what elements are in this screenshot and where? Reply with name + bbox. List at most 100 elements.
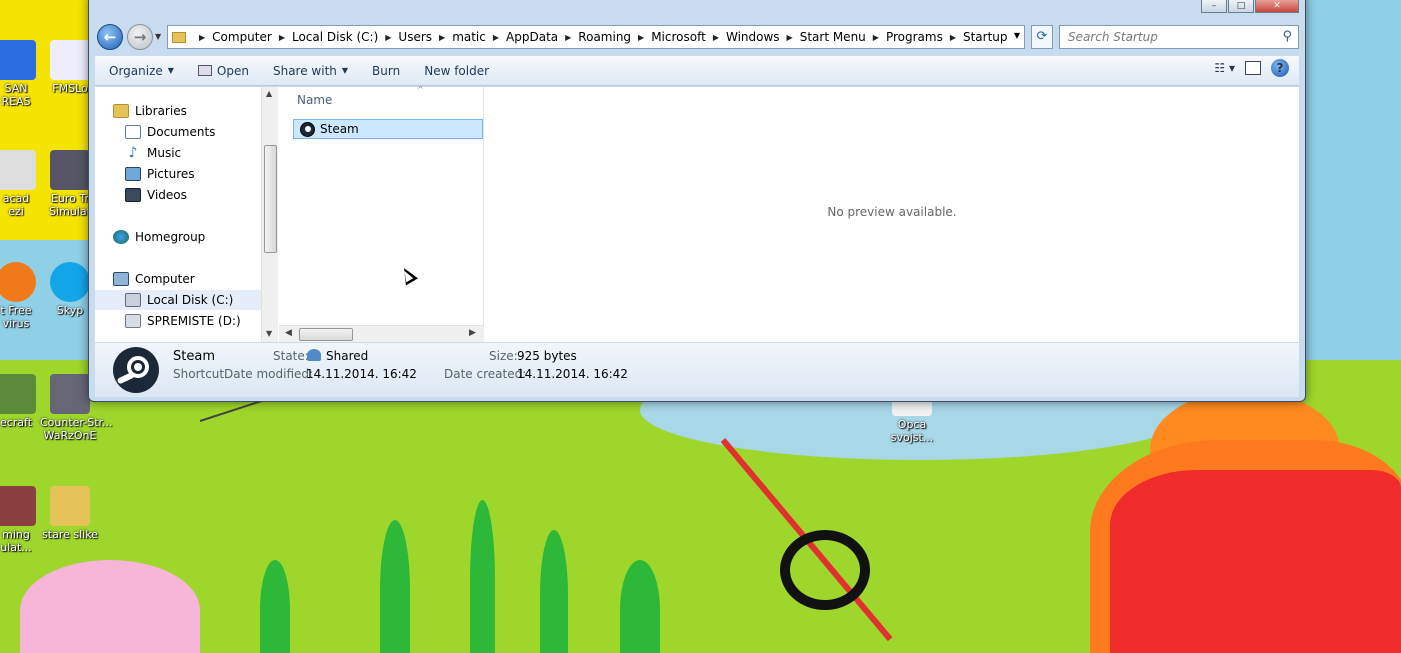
detail-file-name: Steam — [173, 349, 215, 364]
nav-item-label: Homegroup — [135, 230, 206, 244]
shared-users-icon — [307, 349, 321, 361]
steam-icon — [113, 347, 159, 393]
bg-pink-shape — [20, 560, 200, 653]
breadcrumb-item[interactable]: Programs — [886, 30, 943, 44]
documents-icon — [125, 125, 141, 139]
breadcrumb-arrow-icon[interactable]: ▶ — [638, 33, 644, 42]
breadcrumb-item[interactable]: matic — [452, 30, 486, 44]
open-button[interactable]: Open — [188, 59, 259, 83]
nav-item-label: Documents — [147, 125, 216, 139]
nav-item-label: SPREMISTE (D:) — [147, 314, 241, 328]
search-placeholder: Search Startup — [1068, 30, 1158, 44]
burn-button[interactable]: Burn — [362, 59, 410, 83]
breadcrumb-item[interactable]: Local Disk (C:) — [292, 30, 378, 44]
new-folder-button[interactable]: New folder — [414, 59, 499, 83]
share-with-button[interactable]: Share with ▼ — [263, 59, 358, 83]
nav-item-label: Music — [147, 146, 182, 160]
minimize-button[interactable]: – — [1201, 0, 1227, 13]
desktop-icon[interactable]: Opca svojst... — [882, 398, 942, 444]
column-header-name[interactable]: Name — [279, 87, 484, 111]
game-icon — [0, 40, 36, 80]
desktop-icon[interactable]: stare slike — [40, 486, 100, 541]
modified-value: 14.11.2014. 16:42 — [306, 367, 417, 381]
bg-grass-blade — [380, 520, 410, 653]
search-icon[interactable]: ⚲ — [1282, 29, 1292, 44]
state-value: Shared — [307, 349, 368, 363]
scroll-down-icon[interactable]: ▼ — [266, 329, 272, 338]
bg-fisherman-shirt — [1110, 470, 1401, 653]
pictures-icon — [125, 167, 141, 181]
file-list-scrollbar[interactable]: ◀ ▶ — [279, 325, 484, 342]
scroll-up-icon[interactable]: ▲ — [266, 89, 272, 98]
nav-item-pictures[interactable]: Pictures — [125, 164, 273, 184]
address-dropdown-icon[interactable]: ▼ — [1014, 31, 1020, 40]
breadcrumb-item[interactable]: Roaming — [578, 30, 631, 44]
state-value-text: Shared — [326, 349, 369, 363]
open-label: Open — [216, 63, 249, 78]
nav-item-label: Computer — [135, 272, 195, 286]
scrollbar-thumb[interactable] — [299, 328, 353, 341]
toolbar-right: ☷ ▾ ? — [1204, 59, 1289, 77]
breadcrumb-item[interactable]: Users — [398, 30, 432, 44]
state-label: State: — [273, 349, 309, 363]
created-value: 14.11.2014. 16:42 — [517, 367, 628, 381]
recent-pages-dropdown[interactable]: ▼ — [155, 32, 161, 41]
explorer-body: Libraries Documents ♪ Music Pictures Vide… — [95, 85, 1299, 342]
nav-item-label: Local Disk (C:) — [147, 293, 234, 307]
size-value: 925 bytes — [517, 349, 577, 363]
breadcrumb-item[interactable]: Windows — [726, 30, 780, 44]
organize-button[interactable]: Organize ▼ — [99, 59, 184, 83]
address-bar[interactable]: ▶ Computer ▶ Local Disk (C:) ▶ Users ▶ mati… — [167, 25, 1025, 49]
folder-icon — [50, 486, 90, 526]
chevron-down-icon: ▼ — [341, 66, 349, 75]
breadcrumb-arrow-icon[interactable]: ▶ — [199, 33, 205, 42]
nav-item-libraries[interactable]: Libraries — [113, 101, 261, 121]
share-with-label: Share with — [272, 63, 337, 78]
file-item-steam[interactable]: Steam — [293, 119, 483, 139]
breadcrumb-arrow-icon[interactable]: ▶ — [439, 33, 445, 42]
breadcrumb-item[interactable]: Computer — [212, 30, 272, 44]
breadcrumb-item[interactable]: Start Menu — [800, 30, 866, 44]
column-header-label: Name — [297, 93, 333, 107]
preview-pane-icon[interactable] — [1245, 61, 1261, 75]
close-button[interactable]: ✕ — [1255, 0, 1299, 13]
nav-item-videos[interactable]: Videos — [125, 185, 273, 205]
search-input[interactable]: Search Startup ⚲ — [1059, 25, 1299, 49]
nav-item-music[interactable]: ♪ Music — [125, 143, 273, 163]
explorer-window: – □ ✕ ← → ▼ ▶ Computer ▶ Local Disk (C:) ▶… — [88, 0, 1306, 402]
nav-item-homegroup[interactable]: Homegroup — [113, 227, 261, 247]
back-button[interactable]: ← — [97, 24, 123, 50]
breadcrumb-arrow-icon[interactable]: ▶ — [493, 33, 499, 42]
bg-fishing-reel — [780, 530, 870, 610]
nav-item-computer[interactable]: Computer — [113, 269, 261, 289]
breadcrumb-arrow-icon[interactable]: ▶ — [565, 33, 571, 42]
breadcrumb-arrow-icon[interactable]: ▶ — [713, 33, 719, 42]
nav-item-spremiste[interactable]: SPREMISTE (D:) — [125, 311, 273, 331]
antivirus-icon — [0, 262, 36, 302]
breadcrumb-arrow-icon[interactable]: ▶ — [385, 33, 391, 42]
bg-grass-blade — [540, 530, 568, 653]
nav-item-documents[interactable]: Documents — [125, 122, 273, 142]
nav-scrollbar[interactable]: ▲ ▼ — [261, 87, 278, 342]
forward-button[interactable]: → — [127, 24, 153, 50]
maximize-button[interactable]: □ — [1228, 0, 1254, 13]
scrollbar-thumb[interactable] — [264, 145, 277, 253]
breadcrumb-arrow-icon[interactable]: ▶ — [787, 33, 793, 42]
scroll-right-icon[interactable]: ▶ — [469, 328, 476, 338]
refresh-button[interactable]: ⟳ — [1031, 25, 1053, 49]
breadcrumb-arrow-icon[interactable]: ▶ — [279, 33, 285, 42]
file-name: Steam — [320, 122, 359, 136]
app-icon — [0, 150, 36, 190]
view-options-icon[interactable]: ☷ ▾ — [1214, 61, 1235, 75]
breadcrumb-arrow-icon[interactable]: ▶ — [950, 33, 956, 42]
breadcrumb-item[interactable]: Microsoft — [651, 30, 706, 44]
scroll-left-icon[interactable]: ◀ — [285, 328, 292, 338]
navigation-bar: ← → ▼ ▶ Computer ▶ Local Disk (C:) ▶ Users… — [95, 22, 1299, 52]
breadcrumb-item[interactable]: AppData — [506, 30, 558, 44]
nav-item-local-disk[interactable]: Local Disk (C:) — [95, 290, 261, 310]
breadcrumb-item[interactable]: Startup — [963, 30, 1008, 44]
drive-icon — [125, 293, 141, 307]
help-icon[interactable]: ? — [1271, 59, 1289, 77]
nav-item-label: Pictures — [147, 167, 195, 181]
breadcrumb-arrow-icon[interactable]: ▶ — [873, 33, 879, 42]
